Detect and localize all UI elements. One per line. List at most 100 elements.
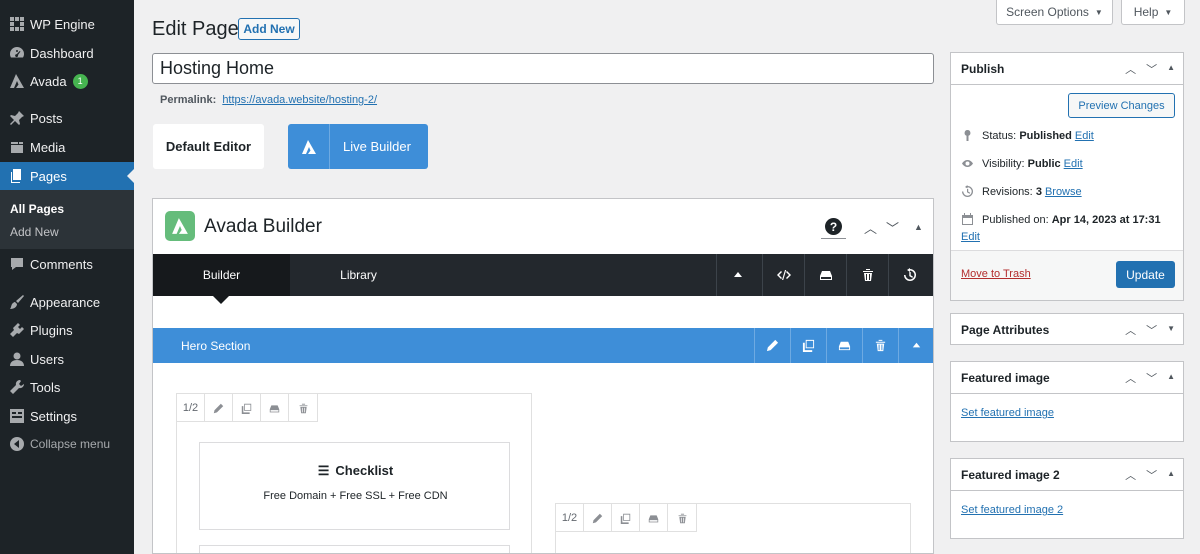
- tab-library[interactable]: Library: [290, 254, 427, 296]
- move-up-icon[interactable]: ︿: [1125, 467, 1136, 483]
- toggle-all-icon[interactable]: [716, 254, 758, 296]
- checklist-element[interactable]: ☰ Checklist Free Domain + Free SSL + Free…: [199, 442, 510, 530]
- submenu-add-new[interactable]: Add New: [10, 225, 59, 239]
- move-up-icon[interactable]: ︿: [1125, 370, 1136, 386]
- featured-image-2-box: Featured image 2 ︿ ﹀ ▲ Set featured image …: [950, 458, 1184, 539]
- move-down-icon[interactable]: ﹀: [1146, 370, 1157, 386]
- menu-item-pages[interactable]: Pages: [0, 162, 134, 190]
- menu-item-dashboard[interactable]: Dashboard: [0, 39, 134, 67]
- featured-image-header[interactable]: Featured image ︿ ﹀ ▲: [951, 362, 1183, 394]
- menu-label: Tools: [30, 379, 61, 395]
- publish-header[interactable]: Publish ︿ ﹀ ▲: [951, 53, 1183, 85]
- code-icon[interactable]: [762, 254, 804, 296]
- column-size[interactable]: 1/2: [177, 394, 205, 422]
- menu-item-media[interactable]: Media: [0, 133, 134, 161]
- set-featured-image-2-link[interactable]: Set featured image 2: [961, 504, 1063, 516]
- trash-icon[interactable]: [289, 394, 317, 422]
- revisions-label: Revisions:: [982, 185, 1033, 198]
- post-title-input[interactable]: [152, 53, 934, 84]
- collapse-toggle-icon[interactable]: ▲: [914, 222, 923, 232]
- move-down-icon[interactable]: ﹀: [886, 218, 899, 237]
- collapse-section-icon[interactable]: [898, 328, 933, 363]
- menu-item-plugins[interactable]: Plugins: [0, 316, 134, 344]
- featured-image-2-header[interactable]: Featured image 2 ︿ ﹀ ▲: [951, 459, 1183, 491]
- menu-label: Media: [30, 139, 66, 155]
- edit-date-link[interactable]: Edit: [961, 231, 980, 243]
- trash-icon[interactable]: [668, 504, 696, 532]
- menu-item-tools[interactable]: Tools: [0, 373, 134, 401]
- live-builder-button[interactable]: Live Builder: [288, 124, 428, 169]
- move-up-icon[interactable]: ︿: [864, 218, 877, 237]
- edit-pencil-icon[interactable]: [205, 394, 233, 422]
- wp-engine-icon: [0, 10, 30, 38]
- collapse-menu-button[interactable]: Collapse menu: [0, 430, 134, 458]
- edit-status-link[interactable]: Edit: [1075, 130, 1094, 142]
- move-up-icon[interactable]: ︿: [1125, 61, 1136, 77]
- hero-section-bar[interactable]: Hero Section: [153, 328, 933, 363]
- settings-icon: [0, 402, 30, 430]
- tab-builder[interactable]: Builder: [153, 254, 290, 304]
- caret-down-icon: ▼: [1094, 7, 1103, 17]
- status-label: Status:: [982, 129, 1017, 142]
- edit-pencil-icon[interactable]: [584, 504, 612, 532]
- menu-item-appearance[interactable]: Appearance: [0, 288, 134, 316]
- collapse-toggle-icon[interactable]: ▼: [1167, 324, 1175, 338]
- collapse-toggle-icon[interactable]: ▲: [1167, 469, 1175, 483]
- pin-icon: [964, 130, 971, 141]
- save-template-icon[interactable]: [826, 328, 862, 363]
- save-template-icon[interactable]: [261, 394, 289, 422]
- edit-pencil-icon[interactable]: [754, 328, 790, 363]
- move-down-icon[interactable]: ﹀: [1146, 61, 1157, 77]
- collapse-toggle-icon[interactable]: ▲: [1167, 63, 1175, 77]
- live-builder-label: Live Builder: [343, 139, 411, 154]
- edit-visibility-link[interactable]: Edit: [1064, 158, 1083, 170]
- trash-icon[interactable]: [862, 328, 898, 363]
- clone-icon[interactable]: [612, 504, 640, 532]
- column-right[interactable]: 1/2: [555, 503, 911, 553]
- screen-options-button[interactable]: Screen Options ▼: [996, 0, 1113, 25]
- column-size[interactable]: 1/2: [556, 504, 584, 532]
- menu-label: Dashboard: [30, 45, 94, 61]
- list-icon: ☰: [317, 463, 330, 478]
- set-featured-image-link[interactable]: Set featured image: [961, 407, 1054, 419]
- column-toolbar: 1/2: [177, 394, 318, 422]
- history-icon[interactable]: [888, 254, 930, 296]
- trash-icon[interactable]: [846, 254, 888, 296]
- clone-icon[interactable]: [233, 394, 261, 422]
- page-attributes-title: Page Attributes: [961, 323, 1050, 337]
- clone-icon[interactable]: [790, 328, 826, 363]
- builder-header: Avada Builder ? ︿ ﹀ ▲: [153, 199, 933, 254]
- screen-options-label: Screen Options: [1006, 5, 1089, 19]
- menu-item-users[interactable]: Users: [0, 345, 134, 373]
- help-icon[interactable]: ?: [825, 218, 842, 235]
- default-editor-button[interactable]: Default Editor: [153, 124, 264, 169]
- save-template-icon[interactable]: [804, 254, 846, 296]
- menu-label: Pages: [30, 168, 67, 184]
- page-attributes-header[interactable]: Page Attributes ︿ ﹀ ▼: [951, 314, 1183, 346]
- menu-item-settings[interactable]: Settings: [0, 402, 134, 430]
- menu-item-comments[interactable]: Comments: [0, 250, 134, 278]
- move-to-trash-link[interactable]: Move to Trash: [961, 268, 1031, 280]
- help-button[interactable]: Help ▼: [1121, 0, 1185, 25]
- history-icon: [962, 185, 973, 197]
- preview-changes-button[interactable]: Preview Changes: [1068, 93, 1175, 118]
- featured-image-box: Featured image ︿ ﹀ ▲ Set featured image: [950, 361, 1184, 442]
- move-down-icon[interactable]: ﹀: [1146, 322, 1157, 338]
- collapse-toggle-icon[interactable]: ▲: [1167, 372, 1175, 386]
- add-new-button[interactable]: Add New: [238, 18, 300, 40]
- permalink-link[interactable]: https://avada.website/hosting-2/: [222, 94, 377, 106]
- next-element[interactable]: [199, 545, 510, 553]
- move-down-icon[interactable]: ﹀: [1146, 467, 1157, 483]
- menu-label: Posts: [30, 110, 63, 126]
- menu-label: Settings: [30, 408, 77, 424]
- save-template-icon[interactable]: [640, 504, 668, 532]
- visibility-value: Public: [1027, 157, 1061, 170]
- move-up-icon[interactable]: ︿: [1125, 322, 1136, 338]
- menu-item-avada[interactable]: Avada 1: [0, 67, 134, 95]
- menu-item-posts[interactable]: Posts: [0, 104, 134, 132]
- browse-revisions-link[interactable]: Browse: [1045, 186, 1082, 198]
- menu-item-wp-engine[interactable]: WP Engine: [0, 10, 134, 38]
- permalink: Permalink: https://avada.website/hosting…: [160, 94, 377, 106]
- update-button[interactable]: Update: [1116, 261, 1175, 288]
- submenu-all-pages[interactable]: All Pages: [10, 202, 64, 216]
